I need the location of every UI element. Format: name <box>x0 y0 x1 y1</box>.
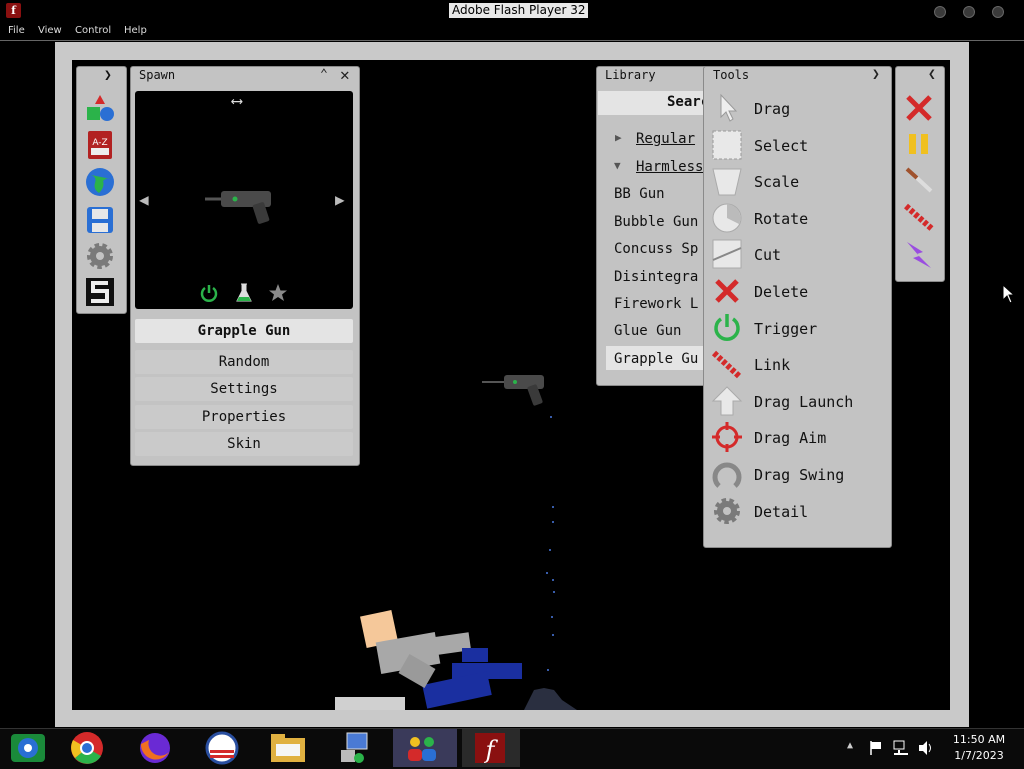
clock-date: 1/7/2023 <box>954 749 1004 762</box>
collapse-chevron-up-icon[interactable]: ⌃ <box>320 67 328 82</box>
quickbar-collapse-icon[interactable]: ❮ <box>928 67 936 82</box>
star-icon <box>269 284 287 301</box>
globe-icon[interactable] <box>85 167 115 197</box>
taskbar-clock[interactable]: 11:50 AM 1/7/2023 <box>944 733 1014 762</box>
library-item-firework[interactable]: Firework L <box>614 296 698 312</box>
window-title: Adobe Flash Player 32 <box>449 3 589 18</box>
close-window-button[interactable] <box>992 6 1004 18</box>
library-item-grapple-gun[interactable]: Grapple Gu <box>614 351 698 367</box>
collapse-triangle-icon[interactable]: ▼ <box>614 159 621 172</box>
flash-player-icon[interactable]: f <box>470 730 510 766</box>
grapple-gun-entity <box>482 375 544 406</box>
detail-gear-icon <box>714 498 740 524</box>
flag-icon[interactable] <box>868 740 884 756</box>
clear-x-icon[interactable] <box>903 93 935 123</box>
mouse-cursor-icon <box>1002 284 1016 304</box>
tool-drag-aim[interactable]: Drag Aim <box>754 429 826 447</box>
floor-block <box>335 697 405 710</box>
flask-icon <box>236 283 252 302</box>
flash-app-icon: f <box>6 3 21 18</box>
tool-trigger[interactable]: Trigger <box>754 320 817 338</box>
spawn-title: Spawn <box>139 68 176 82</box>
particle-trail <box>546 416 555 671</box>
random-button[interactable]: Random <box>135 350 353 374</box>
library-item-bb-gun[interactable]: BB Gun <box>614 186 665 202</box>
file-explorer-icon[interactable] <box>268 730 308 766</box>
flip-horizontal-icon[interactable]: ⟷ <box>232 91 242 110</box>
tool-scale[interactable]: Scale <box>754 173 799 191</box>
left-toolbar-expand-icon[interactable]: ❯ <box>104 68 112 83</box>
firefox-icon[interactable] <box>135 730 175 766</box>
catalog-az-icon[interactable]: A-Z <box>85 130 115 160</box>
category-harmless[interactable]: Harmless <box>636 159 703 175</box>
minimize-button[interactable] <box>934 6 946 18</box>
power-icon <box>200 285 218 302</box>
network-computer-icon[interactable] <box>335 730 375 766</box>
expand-triangle-icon[interactable]: ▶ <box>615 131 622 144</box>
users-group-icon[interactable] <box>402 730 442 766</box>
library-title: Library <box>605 68 656 82</box>
cursor-icon <box>720 93 738 122</box>
turret-object <box>524 688 577 710</box>
tool-cut[interactable]: Cut <box>754 246 781 264</box>
menu-control[interactable]: Control <box>75 25 111 36</box>
tool-select[interactable]: Select <box>754 137 808 155</box>
tool-drag-swing[interactable]: Drag Swing <box>754 466 844 484</box>
network-icon[interactable] <box>892 740 910 756</box>
scale-icon <box>712 168 742 196</box>
obama-logo-icon[interactable] <box>202 730 242 766</box>
tool-link[interactable]: Link <box>754 356 790 374</box>
tool-rotate[interactable]: Rotate <box>754 210 808 228</box>
tray-chevron-icon[interactable]: ▲ <box>847 740 853 751</box>
chrome-icon[interactable] <box>67 730 107 766</box>
category-regular[interactable]: Regular <box>636 131 695 147</box>
tool-delete[interactable]: Delete <box>754 283 808 301</box>
tool-detail[interactable]: Detail <box>754 503 808 521</box>
maximize-button[interactable] <box>963 6 975 18</box>
library-item-disintegrator[interactable]: Disintegra <box>614 269 698 285</box>
media-app-icon[interactable] <box>8 730 48 766</box>
lightning-icon[interactable] <box>903 240 935 270</box>
s-logo-icon[interactable] <box>85 277 115 307</box>
svg-text:A-Z: A-Z <box>92 138 107 148</box>
rotate-icon <box>712 203 742 233</box>
spawn-close-icon[interactable]: ✕ <box>340 65 350 84</box>
menu-view[interactable]: View <box>38 25 62 36</box>
grapple-gun-preview-icon <box>205 191 271 224</box>
settings-gear-icon[interactable] <box>85 241 115 271</box>
next-arrow-icon[interactable]: ▶ <box>335 190 345 209</box>
launch-arrow-icon <box>711 386 743 416</box>
skin-button[interactable]: Skin <box>135 432 353 456</box>
tools-title: Tools <box>713 68 750 82</box>
menu-file[interactable]: File <box>8 25 25 36</box>
link-chain-icon <box>711 350 743 380</box>
shapes-icon[interactable] <box>85 93 115 123</box>
save-icon[interactable] <box>85 205 115 235</box>
properties-button[interactable]: Properties <box>135 405 353 429</box>
cut-icon <box>712 239 742 269</box>
library-item-glue-gun[interactable]: Glue Gun <box>614 323 681 339</box>
selected-item-label[interactable]: Grapple Gun <box>135 319 353 343</box>
menu-bar <box>0 22 1024 41</box>
knife-icon[interactable] <box>903 165 935 195</box>
ragdoll-human <box>360 610 522 709</box>
tools-expand-icon[interactable]: ❯ <box>872 67 880 82</box>
pause-icon[interactable] <box>906 131 932 157</box>
crosshair-icon <box>712 422 742 452</box>
settings-button[interactable]: Settings <box>135 377 353 401</box>
library-item-bubble-gun[interactable]: Bubble Gun <box>614 214 698 230</box>
trigger-power-icon <box>714 314 740 341</box>
menu-help[interactable]: Help <box>124 25 147 36</box>
tool-drag[interactable]: Drag <box>754 100 790 118</box>
clock-time: 11:50 AM <box>952 733 1006 746</box>
chain-link-icon[interactable] <box>903 202 935 232</box>
select-box-icon <box>712 130 742 160</box>
delete-x-icon <box>715 279 739 303</box>
library-item-concuss[interactable]: Concuss Sp <box>614 241 698 257</box>
tool-drag-launch[interactable]: Drag Launch <box>754 393 853 411</box>
prev-arrow-icon[interactable]: ◀ <box>139 190 149 209</box>
swing-loop-icon <box>712 462 742 488</box>
volume-icon[interactable] <box>917 740 935 756</box>
